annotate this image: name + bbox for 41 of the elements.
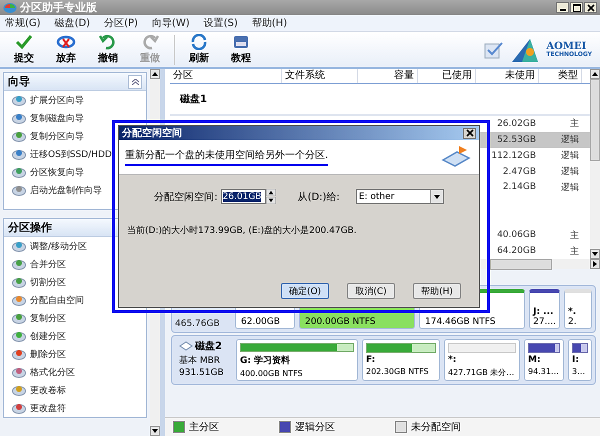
dialog-description: 重新分配一个盘的未使用空间给另外一个分区. [125, 148, 328, 166]
table-cell: 逻辑 [561, 167, 579, 177]
size-info: 当前(D:)的大小时173.99GB, (E:)盘的大小是200.47GB. [127, 224, 358, 237]
table-cell: 26.02GB [497, 118, 536, 129]
disk-size: 931.51GB [179, 368, 225, 378]
partition-info: 202.30GB NTFS [366, 367, 430, 376]
table-cell: 40.06GB [497, 230, 536, 240]
disk-size: 465.76GB [175, 319, 220, 329]
partition-name: G: 学习资料 [240, 354, 292, 367]
partition-name: *: [448, 355, 458, 365]
table-cell: 主 [570, 119, 579, 130]
legend-label: 主分区 [189, 420, 219, 434]
dialog-title: 分配空闲空间 [122, 126, 182, 140]
panel-title: 分区操作 [8, 220, 52, 235]
disk-group-title: 磁盘1 [180, 92, 207, 106]
table-cell: 2.14GB [502, 182, 536, 192]
table-cell: 2.47GB [502, 166, 536, 176]
table-cell: 主 [570, 230, 579, 241]
legend-label: 逻辑分区 [295, 420, 335, 434]
partition-name: I: [572, 355, 580, 365]
panel-title: 向导 [8, 74, 30, 89]
table-cell: 主 [570, 246, 579, 257]
disk-type: 基本 MBR [179, 354, 222, 367]
table-cell: 逻辑 [561, 135, 579, 146]
table-cell: 112.12GB [491, 150, 536, 161]
partition-name: M: [528, 355, 542, 365]
field-label: 从(D:)给: [298, 190, 340, 204]
partition-info: 94.31… [528, 367, 560, 376]
partition-info: 427.71GB 未分… [448, 367, 516, 378]
partition-info: 400.00GB NTFS [240, 369, 304, 378]
table-cell: 64.20GB [497, 246, 536, 256]
logo-text: AOMEI [546, 41, 586, 52]
field-label: 分配空闲空间: [154, 190, 218, 204]
partition-name: F: [366, 355, 376, 365]
table-cell: 52.53GB [497, 134, 536, 145]
legend-label: 未分配空间 [411, 420, 461, 434]
window-title: 分区助手专业版 [20, 0, 97, 15]
disk-name: 磁盘2 [195, 340, 222, 353]
partition-info: 3… [572, 367, 586, 376]
table-cell: 逻辑 [561, 151, 579, 162]
table-cell: 逻辑 [561, 182, 579, 193]
